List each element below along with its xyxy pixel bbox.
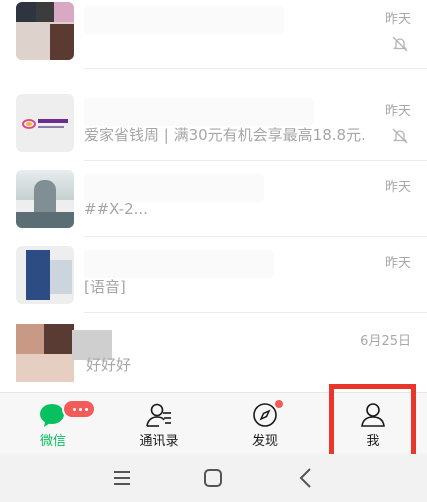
mute-bell-icon [392, 36, 408, 52]
tab-label: 微信 [39, 434, 66, 449]
avatar[interactable] [16, 2, 74, 60]
tab-label: 通讯录 [139, 434, 179, 449]
back-icon[interactable] [292, 464, 320, 492]
chat-list: 昨天 昨天 爱家省钱周 | 满30元有机会享最高18.8元... 昨天 ##X-… [0, 0, 427, 392]
chat-preview: 好好好 [86, 356, 132, 374]
avatar[interactable] [16, 94, 74, 152]
new-indicator-dot [275, 400, 283, 408]
tab-discover[interactable]: 发现 [212, 393, 318, 455]
chat-row[interactable]: 昨天 [语音] [0, 236, 427, 313]
chat-row[interactable]: 昨天 爱家省钱周 | 满30元有机会享最高18.8元... [0, 84, 427, 161]
chat-time: 昨天 [384, 104, 411, 119]
chat-time: 昨天 [384, 180, 411, 195]
contacts-icon [146, 403, 171, 427]
avatar[interactable] [16, 170, 74, 228]
chat-name [84, 98, 314, 126]
chat-time: 6月25日 [360, 334, 411, 349]
avatar[interactable] [16, 246, 74, 304]
chat-row[interactable]: 昨天 [0, 0, 427, 69]
system-nav-bar [0, 454, 427, 502]
chat-name [84, 174, 264, 202]
chat-preview: ##X-2... [84, 200, 148, 218]
avatar[interactable] [16, 324, 112, 382]
chat-name [84, 250, 274, 278]
menu-icon[interactable] [108, 464, 136, 492]
home-icon[interactable] [199, 464, 227, 492]
chat-row[interactable]: 昨天 ##X-2... [0, 160, 427, 237]
chat-preview: [语音] [84, 278, 126, 296]
chat-time: 昨天 [384, 12, 411, 27]
chat-preview: 爱家省钱周 | 满30元有机会享最高18.8元... [84, 126, 364, 144]
tab-label: 发现 [251, 434, 278, 449]
tab-wechat[interactable]: 微信 [0, 393, 106, 455]
chat-row[interactable]: 6月25日 好好好 [0, 314, 427, 391]
chat-time: 昨天 [384, 256, 411, 271]
mute-bell-icon [392, 128, 408, 144]
bank-logo-icon [22, 119, 68, 129]
chat-name [84, 6, 284, 34]
tab-contacts[interactable]: 通讯录 [106, 393, 212, 455]
unread-badge [62, 399, 96, 419]
